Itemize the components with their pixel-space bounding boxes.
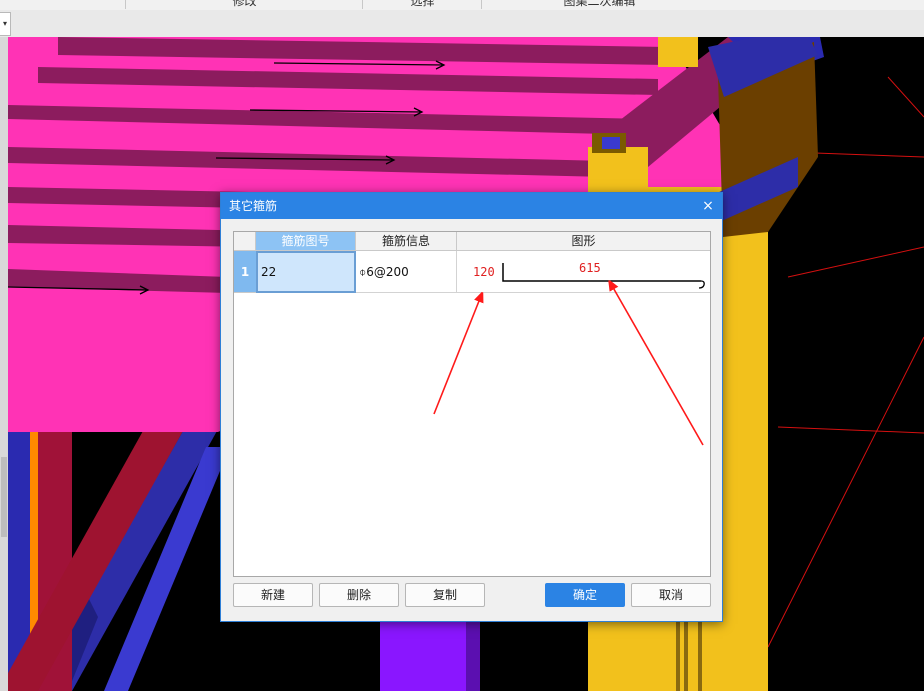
cell-figure-no[interactable]: 22 [256, 251, 356, 293]
left-panel-edge [0, 37, 8, 691]
col-header-figure-no[interactable]: 箍筋图号 [256, 232, 356, 251]
dialog-titlebar[interactable]: 其它箍筋 × [221, 193, 722, 219]
col-header-info[interactable]: 箍筋信息 [356, 232, 457, 251]
toolbar-label-atlas-edit: 图集二次编辑 [563, 0, 636, 8]
row-number[interactable]: 1 [234, 251, 256, 293]
shape-dim-left: 120 [473, 265, 495, 279]
other-stirrup-dialog: 其它箍筋 × 箍筋图号 箍筋信息 图形 1 22 ⌽6@200 120 615 … [220, 192, 723, 622]
panel-collapse-handle[interactable] [1, 457, 7, 537]
toolbar-label-modify: 修改 [232, 0, 257, 8]
cell-stirrup-info[interactable]: ⌽6@200 [356, 251, 457, 293]
stirrup-shape-drawing: 120 615 [473, 261, 705, 289]
cell-shape[interactable]: 120 615 [457, 251, 710, 293]
table-corner[interactable] [234, 232, 256, 251]
secondary-toolbar [0, 10, 924, 38]
close-icon[interactable]: × [700, 193, 716, 219]
ok-button[interactable]: 确定 [545, 583, 625, 607]
dialog-title: 其它箍筋 [229, 199, 278, 213]
delete-button[interactable]: 删除 [319, 583, 399, 607]
copy-button[interactable]: 复制 [405, 583, 485, 607]
new-button[interactable]: 新建 [233, 583, 313, 607]
shape-dim-top: 615 [579, 261, 601, 275]
cancel-button[interactable]: 取消 [631, 583, 711, 607]
toolbar-label-select: 选择 [410, 0, 435, 8]
stirrup-table: 箍筋图号 箍筋信息 图形 1 22 ⌽6@200 120 615 [233, 231, 711, 577]
toolbar-item-modify[interactable]: 修改 [125, 0, 363, 9]
toolbar-item-select[interactable]: 选择 [362, 0, 482, 9]
col-header-shape[interactable]: 图形 [457, 232, 710, 251]
chevron-down-icon[interactable]: ▾ [0, 12, 11, 36]
toolbar-item-atlas-edit[interactable]: 图集二次编辑 [481, 0, 717, 9]
